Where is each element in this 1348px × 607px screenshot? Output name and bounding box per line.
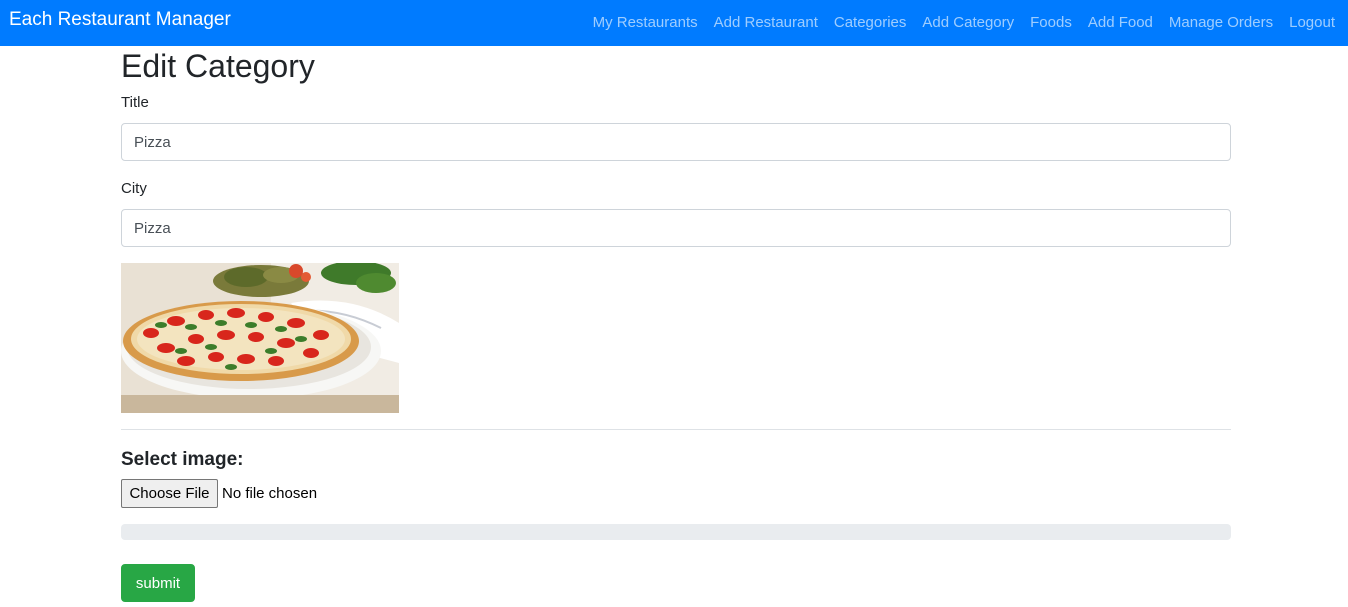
nav-categories[interactable]: Categories	[826, 13, 915, 33]
title-label: Title	[121, 94, 149, 111]
city-label: City	[121, 180, 147, 197]
nav-foods[interactable]: Foods	[1022, 13, 1080, 33]
upload-progress-bar	[121, 524, 1231, 540]
choose-file-button[interactable]: Choose File	[121, 479, 218, 508]
nav-menu: My Restaurants Add Restaurant Categories…	[585, 0, 1348, 46]
divider	[121, 429, 1231, 430]
nav-manage-orders[interactable]: Manage Orders	[1161, 13, 1281, 33]
nav-add-food[interactable]: Add Food	[1080, 13, 1161, 33]
select-image-label: Select image:	[121, 449, 244, 470]
page-title: Edit Category	[121, 48, 315, 84]
file-status: No file chosen	[222, 485, 318, 502]
submit-button[interactable]: submit	[121, 564, 195, 602]
nav-logout[interactable]: Logout	[1281, 13, 1343, 33]
nav-add-category[interactable]: Add Category	[914, 13, 1022, 33]
city-input[interactable]	[121, 209, 1231, 247]
nav-add-restaurant[interactable]: Add Restaurant	[706, 13, 826, 33]
title-input[interactable]	[121, 123, 1231, 161]
nav-my-restaurants[interactable]: My Restaurants	[585, 13, 706, 33]
navbar: Each Restaurant Manager My Restaurants A…	[0, 0, 1348, 46]
brand-link[interactable]: Each Restaurant Manager	[9, 8, 231, 32]
category-image	[121, 263, 399, 413]
